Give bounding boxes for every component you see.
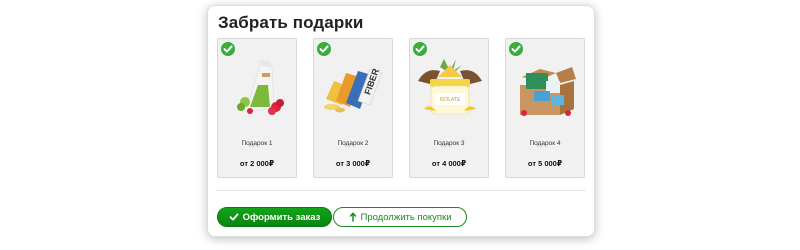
gift-name: Подарок 4 (529, 140, 561, 147)
check-icon (509, 42, 523, 56)
gift-price: от 4 000₽ (431, 159, 467, 168)
gifts-modal: Забрать подарки Подарок 1 от 2 000₽ FIBE… (207, 5, 595, 237)
gift-price: от 3 000₽ (335, 159, 371, 168)
gift-card-1[interactable]: Подарок 1 от 2 000₽ (217, 38, 297, 178)
gift-name: Подарок 2 (337, 140, 369, 147)
gift-price: от 2 000₽ (239, 159, 275, 168)
modal-title: Забрать подарки (218, 13, 364, 32)
gift-list: Подарок 1 от 2 000₽ FIBER Подарок 2 от 3… (217, 38, 587, 180)
gift-name: Подарок 3 (433, 140, 465, 147)
gift-image-drink-box (224, 55, 292, 123)
check-icon (221, 42, 235, 56)
checkout-button-label: Оформить заказ (242, 211, 321, 223)
gift-price: от 5 000₽ (527, 159, 563, 168)
gift-image-fiber-bars: FIBER (320, 55, 388, 123)
check-icon (413, 42, 427, 56)
gift-name: Подарок 1 (241, 140, 273, 147)
gift-card-2[interactable]: FIBER Подарок 2 от 3 000₽ (313, 38, 393, 178)
continue-shopping-button[interactable]: Продолжить покупки (333, 207, 467, 227)
gift-image-jar: ISOLATE (416, 55, 484, 123)
divider (216, 190, 586, 191)
check-icon (317, 42, 331, 56)
gift-card-4[interactable]: Подарок 4 от 5 000₽ (505, 38, 585, 178)
gift-image-box (512, 55, 580, 123)
gift-card-3[interactable]: ISOLATE Подарок 3 от 4 000₽ (409, 38, 489, 178)
checkout-button[interactable]: Оформить заказ (217, 207, 332, 227)
arrow-up-icon (349, 212, 357, 222)
svg-text:ISOLATE: ISOLATE (440, 97, 461, 103)
check-icon (229, 212, 239, 222)
continue-button-label: Продолжить покупки (360, 211, 452, 223)
